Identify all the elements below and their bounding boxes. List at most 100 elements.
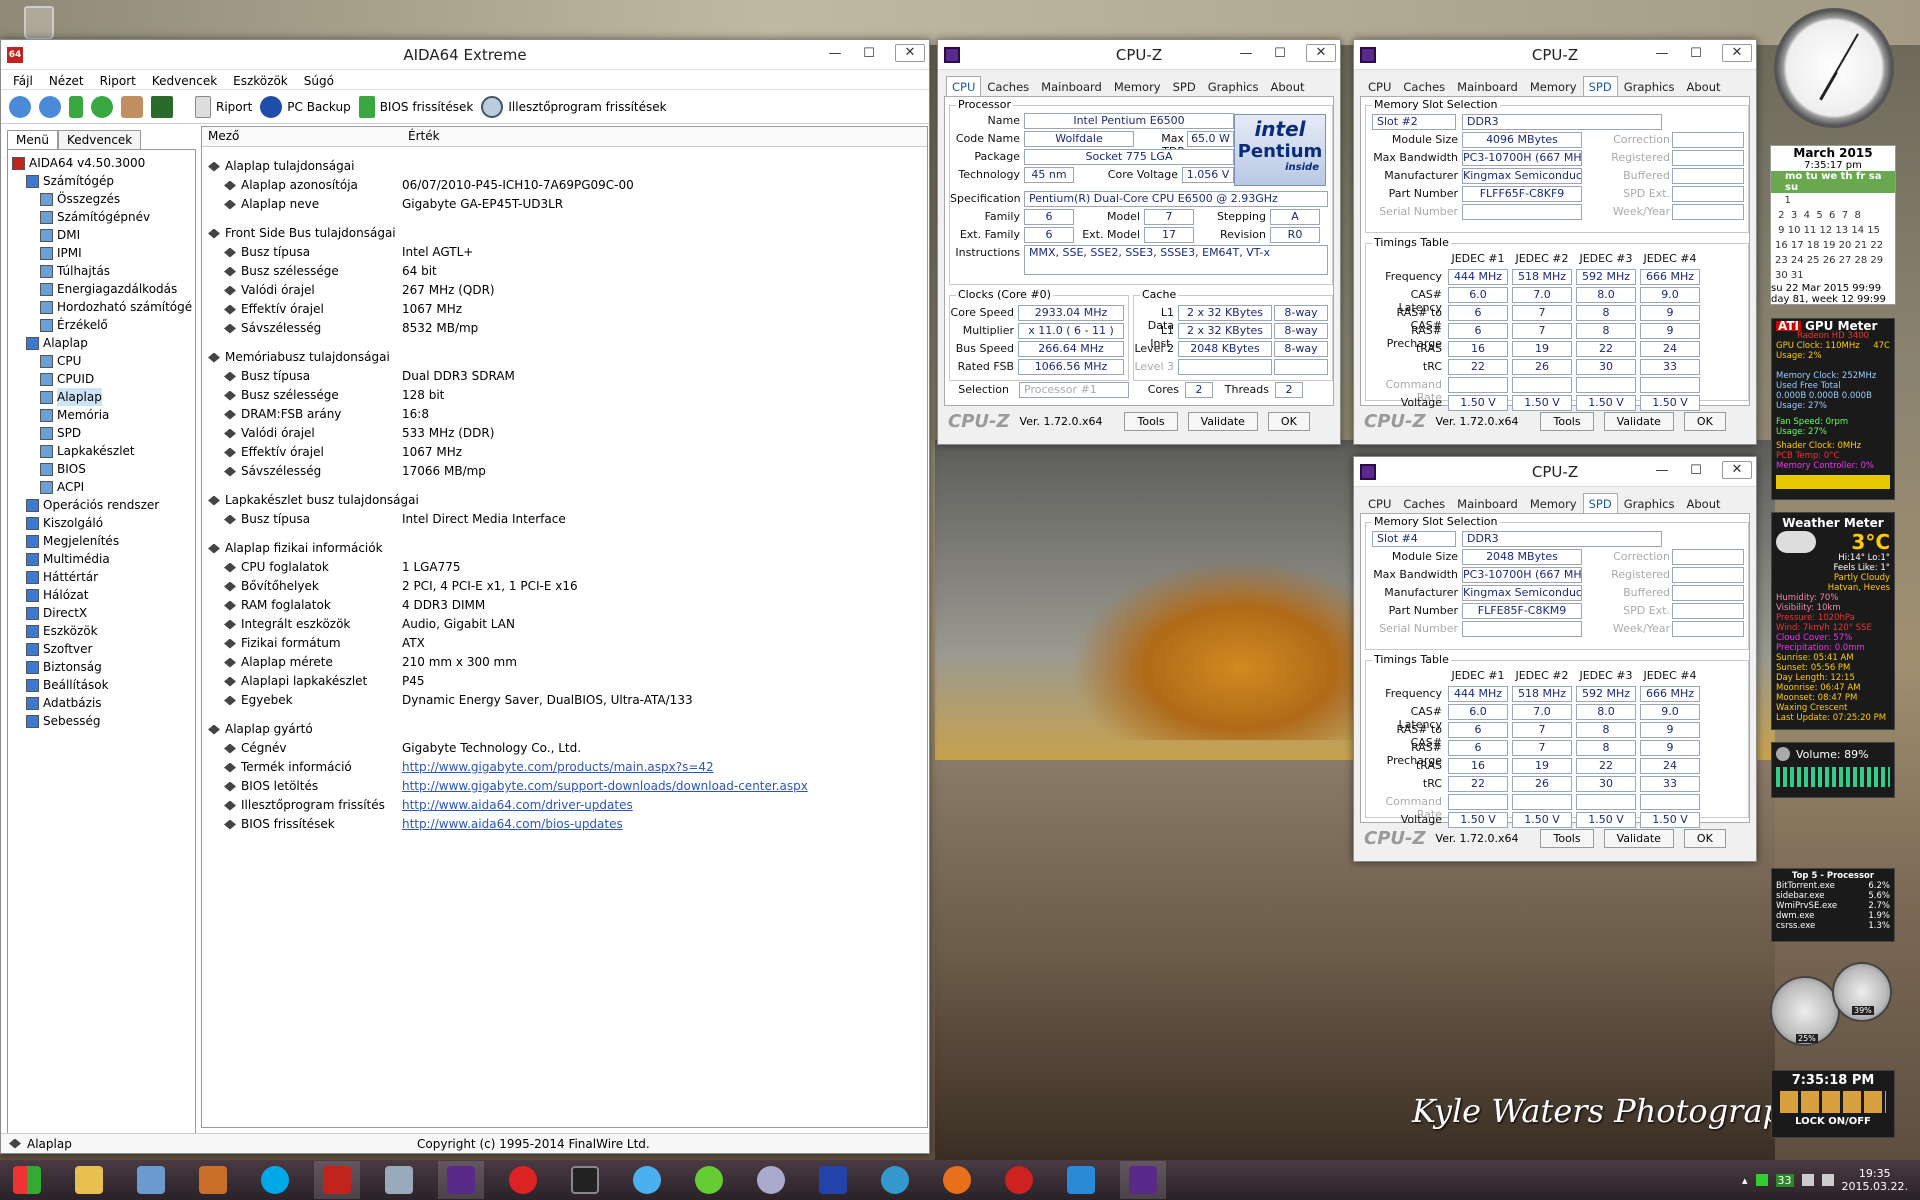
tab-graphics[interactable]: Graphics <box>1618 76 1681 96</box>
table-row[interactable]: Busz szélessége 128 bit <box>202 386 927 405</box>
table-row[interactable]: Egyebek Dynamic Energy Saver, DualBIOS, U… <box>202 691 927 710</box>
tree-item[interactable]: Hálózat <box>8 586 195 604</box>
table-row[interactable]: Illesztőprogram frissítés http://www.aida… <box>202 796 927 815</box>
driver-update-button[interactable]: Illesztőprogram frissítések <box>481 95 667 118</box>
tree-item[interactable]: Sebesség <box>8 712 195 730</box>
tab-menu[interactable]: Menü <box>7 130 58 149</box>
tab-spd[interactable]: SPD <box>1582 76 1618 96</box>
weather-meter-gadget[interactable]: Weather Meter 3°C Hi:14° Lo:1° Feels Lik… <box>1771 512 1895 730</box>
table-row[interactable]: Alaplap neve Gigabyte GA-EP45T-UD3LR <box>202 195 927 214</box>
taskbar-monitor[interactable] <box>376 1161 422 1199</box>
table-row[interactable]: Valódi órajel 533 MHz (DDR) <box>202 424 927 443</box>
tree-item[interactable]: AIDA64 v4.50.3000 <box>8 154 195 172</box>
menu-help[interactable]: Súgó <box>304 74 334 88</box>
tab-cpu[interactable]: CPU <box>1362 493 1397 513</box>
tree-item[interactable]: Számítógép <box>8 172 195 190</box>
table-row[interactable]: Integrált eszközök Audio, Gigabit LAN <box>202 615 927 634</box>
forward-arrow-icon[interactable] <box>39 95 61 118</box>
tab-about[interactable]: About <box>1681 493 1727 513</box>
table-row[interactable]: Termék információ http://www.gigabyte.com… <box>202 758 927 777</box>
taskbar-maxthon[interactable] <box>1058 1161 1104 1199</box>
ok-button[interactable]: OK <box>1683 411 1726 431</box>
minimize-button[interactable]: — <box>1238 46 1254 61</box>
tab-caches[interactable]: Caches <box>981 76 1035 96</box>
tab-caches[interactable]: Caches <box>1397 493 1451 513</box>
tools-button[interactable]: Tools <box>1540 411 1594 431</box>
taskbar-app-swirl[interactable] <box>748 1161 794 1199</box>
gauge-gadget[interactable]: 25% 39% <box>1770 962 1896 1050</box>
maximize-button[interactable]: ☐ <box>1272 46 1288 61</box>
tree-item[interactable]: SPD <box>8 424 195 442</box>
tray-badge[interactable]: 33 <box>1775 1173 1794 1187</box>
taskbar-explorer[interactable] <box>66 1161 112 1199</box>
tab-graphics[interactable]: Graphics <box>1618 493 1681 513</box>
tree-item[interactable]: Túlhajtás <box>8 262 195 280</box>
taskbar-display[interactable] <box>562 1161 608 1199</box>
table-row[interactable]: Busz típusa Dual DDR3 SDRAM <box>202 367 927 386</box>
tab-about[interactable]: About <box>1681 76 1727 96</box>
table-row[interactable]: Alaplap azonosítója 06/07/2010-P45-ICH10-… <box>202 176 927 195</box>
bios-update-button[interactable]: BIOS frissítések <box>358 95 473 118</box>
tab-memory[interactable]: Memory <box>1524 493 1583 513</box>
table-row[interactable]: Effektív órajel 1067 MHz <box>202 300 927 319</box>
minimize-button[interactable]: — <box>1654 46 1670 61</box>
table-row[interactable]: Busz szélessége 64 bit <box>202 262 927 281</box>
close-button[interactable]: ✕ <box>895 44 925 62</box>
tab-cpu[interactable]: CPU <box>946 76 982 96</box>
tab-mainboard[interactable]: Mainboard <box>1451 76 1524 96</box>
tree-item[interactable]: Beállítások <box>8 676 195 694</box>
tray-shield-icon[interactable] <box>1755 1174 1768 1186</box>
tab-memory[interactable]: Memory <box>1108 76 1167 96</box>
maximize-button[interactable]: ☐ <box>861 46 877 61</box>
tree-item[interactable]: DMI <box>8 226 195 244</box>
lock-toggle[interactable]: LOCK ON/OFF <box>1774 1116 1892 1127</box>
validate-button[interactable]: Validate <box>1603 411 1674 431</box>
close-button[interactable]: ✕ <box>1722 44 1752 62</box>
analog-clock-gadget[interactable] <box>1774 8 1894 128</box>
menu-view[interactable]: Nézet <box>49 74 84 88</box>
validate-button[interactable]: Validate <box>1187 411 1258 431</box>
up-arrow-icon[interactable] <box>69 95 83 118</box>
tree-item[interactable]: Memória <box>8 406 195 424</box>
digital-clock-gadget[interactable]: 7:35:18 PM LOCK ON/OFF <box>1771 1070 1895 1138</box>
tree-item[interactable]: ACPI <box>8 478 195 496</box>
tree-item[interactable]: Érzékelő <box>8 316 195 334</box>
table-row[interactable]: Busz típusa Intel Direct Media Interface <box>202 510 927 529</box>
minimize-button[interactable]: — <box>1654 463 1670 478</box>
report-button[interactable]: Riport <box>195 95 252 118</box>
tray-clock[interactable]: 19:35 2015.03.22. <box>1842 1167 1908 1193</box>
tree-item[interactable]: Biztonság <box>8 658 195 676</box>
tree-item[interactable]: Alaplap <box>8 388 195 406</box>
table-row[interactable]: Fizikai formátum ATX <box>202 634 927 653</box>
tree-item[interactable]: Összegzés <box>8 190 195 208</box>
tree-item[interactable]: CPU <box>8 352 195 370</box>
row-link[interactable]: http://www.gigabyte.com/support-download… <box>402 777 927 796</box>
table-row[interactable]: Alaplapi lapkakészlet P45 <box>202 672 927 691</box>
table-row[interactable]: BIOS letöltés http://www.gigabyte.com/sup… <box>202 777 927 796</box>
taskbar-sun[interactable] <box>624 1161 670 1199</box>
table-row[interactable]: Bővítőhelyek 2 PCI, 4 PCI-E x1, 1 PCI-E x… <box>202 577 927 596</box>
volume-gadget[interactable]: Volume: 89% <box>1771 742 1895 798</box>
tree-item[interactable]: Alaplap <box>8 334 195 352</box>
tree-item[interactable]: Adatbázis <box>8 694 195 712</box>
menu-tools[interactable]: Eszközök <box>233 74 288 88</box>
tab-spd[interactable]: SPD <box>1582 493 1618 513</box>
table-row[interactable]: Valódi órajel 267 MHz (QDR) <box>202 281 927 300</box>
tree-item[interactable]: Szoftver <box>8 640 195 658</box>
tree-item[interactable]: Háttértár <box>8 568 195 586</box>
top5-processor-gadget[interactable]: Top 5 - Processor BitTorrent.exe 6.2% side… <box>1771 868 1895 942</box>
table-row[interactable]: Effektív órajel 1067 MHz <box>202 443 927 462</box>
taskbar-control-panel[interactable] <box>128 1161 174 1199</box>
back-arrow-icon[interactable] <box>9 95 31 118</box>
ok-button[interactable]: OK <box>1267 411 1310 431</box>
recycle-bin-icon[interactable] <box>24 6 54 40</box>
table-row[interactable]: CPU foglalatok 1 LGA775 <box>202 558 927 577</box>
taskbar-cpuz-1[interactable] <box>438 1161 484 1199</box>
column-field[interactable]: Mező <box>202 127 402 146</box>
slot-select[interactable]: Slot #4 <box>1372 531 1456 547</box>
taskbar-cpuz-2[interactable] <box>1120 1161 1166 1199</box>
tree-item[interactable]: Operációs rendszer <box>8 496 195 514</box>
tab-mainboard[interactable]: Mainboard <box>1451 493 1524 513</box>
table-row[interactable]: BIOS frissítések http://www.aida64.com/bi… <box>202 815 927 834</box>
taskbar-save[interactable] <box>810 1161 856 1199</box>
